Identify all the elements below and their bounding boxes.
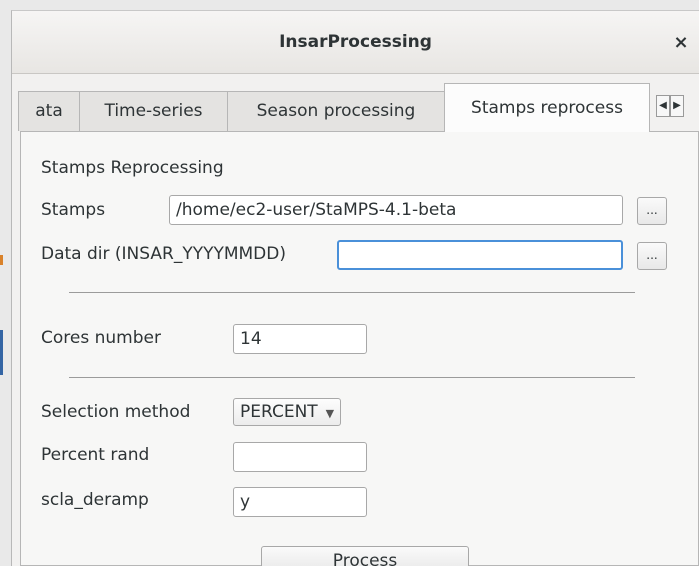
scla-deramp-input[interactable]: y	[233, 487, 367, 517]
window-title: InsarProcessing	[279, 32, 432, 52]
stamps-path-input[interactable]: /home/ec2-user/StaMPS-4.1-beta	[169, 195, 623, 225]
tab-bar: ata Time-series Season processing Stamps…	[12, 83, 699, 132]
percent-rand-input[interactable]	[233, 442, 367, 472]
stamps-browse-button[interactable]: ...	[637, 197, 667, 225]
tab-data[interactable]: ata	[18, 91, 80, 131]
separator-2	[69, 377, 635, 378]
section-title: Stamps Reprocessing	[41, 158, 224, 178]
insar-processing-window: InsarProcessing × ata Time-series Season…	[11, 10, 699, 566]
data-dir-browse-button[interactable]: ...	[637, 242, 667, 270]
percent-rand-label: Percent rand	[41, 445, 150, 465]
stamps-reprocess-panel: Stamps Reprocessing Stamps /home/ec2-use…	[20, 131, 699, 566]
cores-number-input[interactable]: 14	[233, 324, 367, 354]
tab-scroll-right-icon[interactable]: ▶	[670, 95, 684, 117]
tab-scroll-left-icon[interactable]: ◀	[656, 95, 670, 117]
data-dir-label: Data dir (INSAR_YYYYMMDD)	[41, 244, 286, 264]
selection-method-dropdown[interactable]: PERCENT ▼	[233, 398, 342, 426]
selection-method-label: Selection method	[41, 402, 191, 422]
process-button[interactable]: Process	[261, 546, 469, 566]
tab-stamps-reprocess[interactable]: Stamps reprocess	[444, 83, 650, 132]
desktop-edge-accent	[0, 330, 3, 375]
scla-deramp-label: scla_deramp	[41, 490, 149, 510]
separator-1	[69, 292, 635, 293]
tab-time-series[interactable]: Time-series	[79, 91, 228, 131]
chevron-down-icon: ▼	[325, 407, 335, 420]
window-titlebar: InsarProcessing ×	[12, 11, 699, 74]
desktop-edge-accent	[0, 255, 3, 265]
data-dir-input[interactable]	[337, 240, 623, 270]
cores-number-label: Cores number	[41, 328, 161, 348]
stamps-label: Stamps	[41, 200, 106, 220]
tab-season-processing[interactable]: Season processing	[227, 91, 445, 131]
selection-method-value: PERCENT	[240, 402, 318, 422]
close-icon[interactable]: ×	[669, 31, 693, 55]
